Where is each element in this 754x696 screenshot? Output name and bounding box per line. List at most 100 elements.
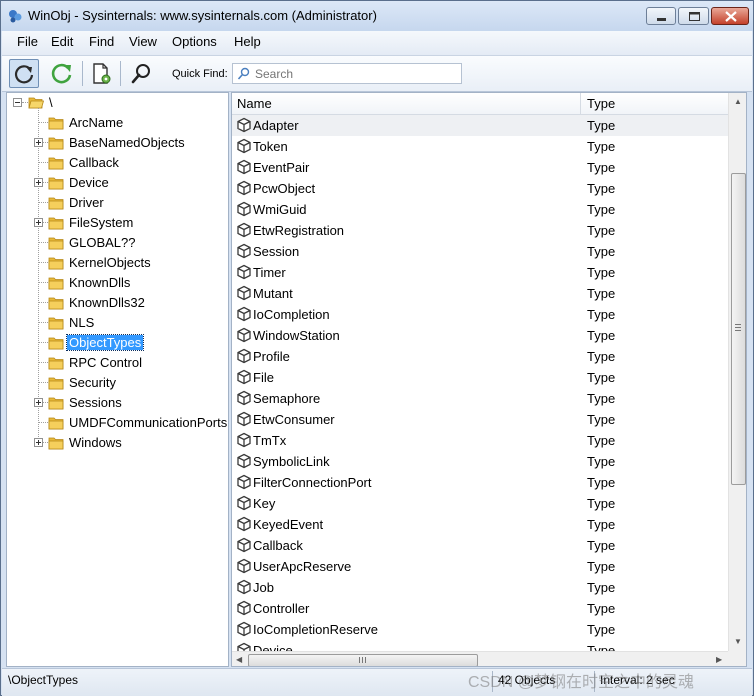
list-item-type: Type bbox=[587, 433, 616, 448]
refresh-button[interactable] bbox=[9, 59, 39, 88]
list-item[interactable]: FilterConnectionPort Type bbox=[232, 472, 728, 493]
list-item[interactable]: Job Type bbox=[232, 577, 728, 598]
list-item[interactable]: Adapter Type bbox=[232, 115, 728, 136]
list-item[interactable]: Profile Type bbox=[232, 346, 728, 367]
tree-root[interactable]: \ bbox=[7, 93, 227, 113]
menu-edit[interactable]: Edit bbox=[49, 34, 75, 49]
scroll-left-icon[interactable]: ◀ bbox=[236, 655, 242, 664]
list-item-type: Type bbox=[587, 307, 616, 322]
column-divider[interactable] bbox=[580, 93, 581, 114]
tree-item-windows[interactable]: Windows bbox=[7, 433, 227, 453]
expand-icon[interactable] bbox=[34, 138, 43, 147]
expand-icon[interactable] bbox=[34, 178, 43, 187]
list-item-type: Type bbox=[587, 328, 616, 343]
vertical-scroll-thumb[interactable] bbox=[731, 173, 746, 485]
tree-item-label: Callback bbox=[69, 155, 119, 170]
scroll-right-icon[interactable]: ▶ bbox=[716, 655, 722, 664]
tree-item-nls[interactable]: NLS bbox=[7, 313, 227, 333]
list-item[interactable]: File Type bbox=[232, 367, 728, 388]
expand-icon[interactable] bbox=[34, 438, 43, 447]
list-item[interactable]: IoCompletionReserve Type bbox=[232, 619, 728, 640]
list-item[interactable]: Session Type bbox=[232, 241, 728, 262]
tree-item-arcname[interactable]: ArcName bbox=[7, 113, 227, 133]
list-item[interactable]: Token Type bbox=[232, 136, 728, 157]
tree-item-driver[interactable]: Driver bbox=[7, 193, 227, 213]
menu-view[interactable]: View bbox=[127, 34, 159, 49]
list-item[interactable]: Callback Type bbox=[232, 535, 728, 556]
list-item[interactable]: TmTx Type bbox=[232, 430, 728, 451]
scroll-up-icon[interactable]: ▲ bbox=[734, 97, 742, 106]
folder-icon bbox=[48, 115, 64, 131]
list-item[interactable]: EventPair Type bbox=[232, 157, 728, 178]
tree-item-knowndlls[interactable]: KnownDlls bbox=[7, 273, 227, 293]
quick-find-box[interactable] bbox=[232, 63, 462, 84]
list-item[interactable]: EtwRegistration Type bbox=[232, 220, 728, 241]
tree-item-device[interactable]: Device bbox=[7, 173, 227, 193]
list-item[interactable]: IoCompletion Type bbox=[232, 304, 728, 325]
tree-item-sessions[interactable]: Sessions bbox=[7, 393, 227, 413]
tree-item-knowndlls32[interactable]: KnownDlls32 bbox=[7, 293, 227, 313]
menu-options[interactable]: Options bbox=[170, 34, 219, 49]
expand-icon[interactable] bbox=[34, 218, 43, 227]
menu-find[interactable]: Find bbox=[87, 34, 116, 49]
folder-icon bbox=[48, 415, 64, 431]
list-item[interactable]: WindowStation Type bbox=[232, 325, 728, 346]
list-item-type: Type bbox=[587, 244, 616, 259]
horizontal-scrollbar[interactable]: ◀ ▶ bbox=[232, 651, 728, 666]
tree-item-label: ObjectTypes bbox=[65, 334, 145, 351]
minimize-button[interactable] bbox=[646, 7, 676, 25]
list-item-type: Type bbox=[587, 181, 616, 196]
object-type-icon bbox=[236, 264, 252, 280]
list-item-name: Profile bbox=[253, 349, 290, 364]
column-header-type[interactable]: Type bbox=[587, 96, 615, 111]
tree-item-security[interactable]: Security bbox=[7, 373, 227, 393]
tree-item-callback[interactable]: Callback bbox=[7, 153, 227, 173]
list-item[interactable]: PcwObject Type bbox=[232, 178, 728, 199]
list-item-name: SymbolicLink bbox=[253, 454, 330, 469]
tree-item-objecttypes[interactable]: ObjectTypes bbox=[7, 333, 227, 353]
tree-item-label: RPC Control bbox=[69, 355, 142, 370]
horizontal-scroll-thumb[interactable] bbox=[248, 654, 478, 666]
find-button[interactable] bbox=[126, 59, 156, 88]
list-item[interactable]: Timer Type bbox=[232, 262, 728, 283]
list-item[interactable]: EtwConsumer Type bbox=[232, 409, 728, 430]
object-type-icon bbox=[236, 138, 252, 154]
scroll-down-icon[interactable]: ▼ bbox=[734, 637, 742, 646]
tree-item-global[interactable]: GLOBAL?? bbox=[7, 233, 227, 253]
close-icon bbox=[725, 11, 737, 22]
tree-item-umdfcommunicationports[interactable]: UMDFCommunicationPorts bbox=[7, 413, 227, 433]
tree-item-rpc-control[interactable]: RPC Control bbox=[7, 353, 227, 373]
list-item[interactable]: Mutant Type bbox=[232, 283, 728, 304]
menu-file[interactable]: File bbox=[15, 34, 40, 49]
vertical-scrollbar[interactable]: ▲ ▼ bbox=[728, 93, 746, 651]
search-input[interactable] bbox=[255, 65, 455, 82]
list-item-name: Job bbox=[253, 580, 274, 595]
properties-button[interactable] bbox=[87, 59, 117, 88]
list-item-name: Token bbox=[253, 139, 288, 154]
maximize-button[interactable] bbox=[678, 7, 709, 25]
folder-icon bbox=[48, 255, 64, 271]
list-item[interactable]: Semaphore Type bbox=[232, 388, 728, 409]
tree-item-kernelobjects[interactable]: KernelObjects bbox=[7, 253, 227, 273]
column-header-name[interactable]: Name bbox=[237, 96, 272, 111]
list-item[interactable]: SymbolicLink Type bbox=[232, 451, 728, 472]
close-button[interactable] bbox=[711, 7, 749, 25]
winobj-app-icon bbox=[9, 10, 22, 23]
list-item-name: File bbox=[253, 370, 274, 385]
list-item[interactable]: KeyedEvent Type bbox=[232, 514, 728, 535]
folder-icon bbox=[48, 435, 64, 451]
auto-refresh-button[interactable] bbox=[47, 59, 77, 88]
collapse-icon[interactable] bbox=[13, 98, 22, 107]
list-item[interactable]: Key Type bbox=[232, 493, 728, 514]
list-item[interactable]: WmiGuid Type bbox=[232, 199, 728, 220]
list-item-name: WmiGuid bbox=[253, 202, 307, 217]
tree-item-filesystem[interactable]: FileSystem bbox=[7, 213, 227, 233]
menu-help[interactable]: Help bbox=[232, 34, 263, 49]
toolbar-separator bbox=[82, 61, 83, 86]
list-item[interactable]: Controller Type bbox=[232, 598, 728, 619]
title-bar[interactable]: WinObj - Sysinternals: www.sysinternals.… bbox=[1, 1, 753, 31]
tree-item-basenamedobjects[interactable]: BaseNamedObjects bbox=[7, 133, 227, 153]
list-item[interactable]: UserApcReserve Type bbox=[232, 556, 728, 577]
expand-icon[interactable] bbox=[34, 398, 43, 407]
list-item-type: Type bbox=[587, 391, 616, 406]
